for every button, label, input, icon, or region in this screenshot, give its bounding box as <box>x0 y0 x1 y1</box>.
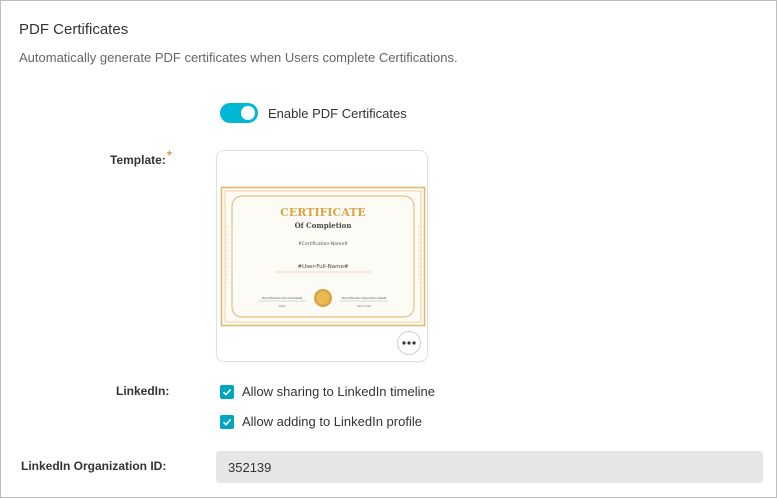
linkedin-label: LinkedIn: <box>116 384 170 398</box>
certificate-preview-image: CERTIFICATE Of Completion #Certification… <box>220 186 426 327</box>
timeline-checkbox[interactable] <box>220 384 234 399</box>
enable-pdf-label: Enable PDF Certificates <box>268 105 407 121</box>
enable-pdf-toggle[interactable] <box>220 103 258 123</box>
section-title: PDF Certificates <box>19 21 129 38</box>
org-id-label: LinkedIn Organization ID: <box>21 459 167 473</box>
cert-subheading: Of Completion <box>295 221 352 230</box>
more-horizontal-icon <box>402 341 416 345</box>
cert-expiration-caption: Valid Until <box>357 304 371 308</box>
pdf-certificates-panel: PDF Certificates Automatically generate … <box>0 0 777 498</box>
cert-earned-date: #Certification-Earned-Date# <box>262 296 303 300</box>
check-icon <box>222 388 232 396</box>
cert-expiration-date: #Certification-Expiration-Date# <box>342 296 387 300</box>
enable-pdf-row: Enable PDF Certificates <box>220 103 407 123</box>
cert-earned-caption: Date <box>279 304 286 308</box>
template-label-wrap: Template:* <box>110 147 172 167</box>
profile-label: Allow adding to LinkedIn profile <box>242 414 422 429</box>
linkedin-option-timeline[interactable]: Allow sharing to LinkedIn timeline <box>220 384 435 399</box>
profile-checkbox[interactable] <box>220 414 234 429</box>
required-asterisk: * <box>166 147 173 163</box>
more-options-button[interactable] <box>397 331 421 355</box>
cert-name-placeholder: #Certification-Name# <box>298 241 348 247</box>
cert-heading: CERTIFICATE <box>280 206 366 219</box>
toggle-knob <box>241 106 255 120</box>
timeline-label: Allow sharing to LinkedIn timeline <box>242 384 435 399</box>
cert-user-placeholder: #User-Full-Name# <box>297 264 348 270</box>
section-description: Automatically generate PDF certificates … <box>19 50 458 65</box>
template-card[interactable]: CERTIFICATE Of Completion #Certification… <box>216 150 428 362</box>
linkedin-option-profile[interactable]: Allow adding to LinkedIn profile <box>220 414 422 429</box>
check-icon <box>222 418 232 426</box>
template-label: Template: <box>110 153 166 167</box>
org-id-input[interactable]: 352139 <box>216 451 763 483</box>
